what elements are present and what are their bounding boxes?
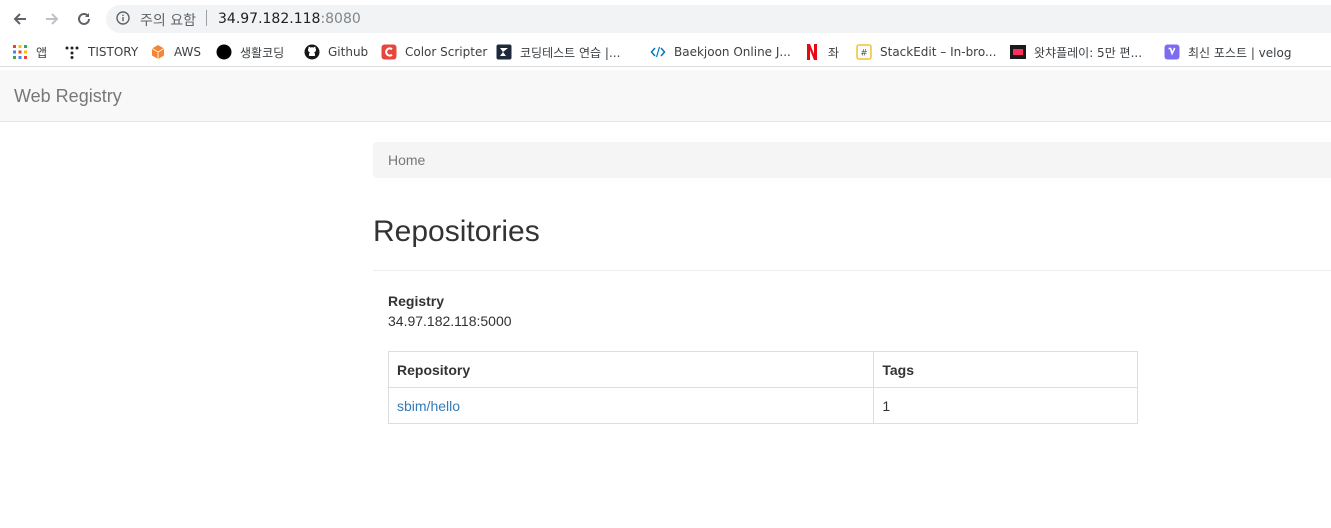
bookmark-baekjoon[interactable]: Baekjoon Online J...: [650, 42, 791, 62]
bookmark-label: 생활코딩: [240, 45, 285, 60]
bookmark-label: 코딩테스트 연습 |...: [520, 45, 621, 60]
bookmark-label: Baekjoon Online J...: [674, 45, 791, 59]
github-icon: [304, 44, 320, 60]
tistory-icon: [64, 44, 80, 60]
registry-value: 34.97.182.118:5000: [388, 313, 512, 329]
bookmark-watcha[interactable]: 왓챠플레이: 5만 편...: [1010, 42, 1142, 62]
bookmark-apps[interactable]: 앱: [12, 42, 47, 62]
bookmark-color-scripter[interactable]: Color Scripter: [381, 42, 487, 62]
table-row: sbim/hello 1: [387, 387, 1138, 424]
velog-icon: [1164, 44, 1180, 60]
programmers-icon: [496, 44, 512, 60]
repositories-table: Repository Tags sbim/hello 1: [387, 351, 1138, 424]
watcha-icon: [1010, 44, 1026, 60]
bookmark-label: 좌: [828, 45, 840, 60]
bookmark-label: StackEdit – In-bro...: [880, 45, 997, 59]
tags-cell: 1: [873, 387, 1138, 424]
registry-label: Registry: [388, 293, 445, 309]
bookmark-github[interactable]: Github: [304, 42, 368, 62]
title-divider: [373, 270, 1331, 271]
security-warning: 주의 요함: [140, 13, 196, 29]
repository-link[interactable]: sbim/hello: [397, 398, 460, 414]
omnibox-divider: [206, 10, 207, 26]
svg-text:#: #: [860, 49, 868, 59]
bookmark-tistory[interactable]: TISTORY: [64, 42, 138, 62]
bookmark-label: Github: [328, 45, 369, 59]
bookmark-label: TISTORY: [88, 45, 139, 59]
bookmark-label: 왓챠플레이: 5만 편...: [1034, 45, 1143, 60]
bookmark-label: 최신 포스트 | velog: [1188, 45, 1292, 60]
info-icon[interactable]: [116, 11, 130, 25]
page-title: Repositories: [373, 215, 540, 248]
column-header-repository: Repository: [387, 351, 875, 388]
bookmark-velog[interactable]: 최신 포스트 | velog: [1164, 42, 1291, 62]
bookmarks-bar: 앱 TISTORY AWS 생활코딩 Github Color Scripter…: [0, 37, 1331, 67]
reload-icon[interactable]: [72, 7, 96, 31]
address-bar[interactable]: 주의 요함 34.97.182.118:8080: [106, 5, 1331, 33]
back-arrow-icon[interactable]: [8, 7, 32, 31]
breadcrumb: Home: [373, 142, 1331, 178]
bookmark-coding-test[interactable]: 코딩테스트 연습 |...: [496, 42, 620, 62]
top-navbar: Web Registry: [0, 70, 1331, 122]
code-brackets-icon: [650, 44, 666, 60]
black-circle-icon: [216, 44, 232, 60]
table-header-row: Repository Tags: [387, 351, 1138, 388]
netflix-icon: [804, 44, 820, 60]
bookmark-netflix[interactable]: 좌: [804, 42, 839, 62]
bookmark-label: AWS: [174, 45, 202, 59]
bookmark-stackedit[interactable]: # StackEdit – In-bro...: [856, 42, 996, 62]
browser-toolbar: 주의 요함 34.97.182.118:8080: [0, 0, 1331, 37]
bookmark-saenghwal-coding[interactable]: 생활코딩: [216, 42, 284, 62]
repository-cell: sbim/hello: [387, 387, 875, 424]
bookmark-aws[interactable]: AWS: [150, 42, 201, 62]
column-header-tags: Tags: [873, 351, 1138, 388]
color-scripter-icon: [381, 44, 397, 60]
bookmark-label: 앱: [36, 45, 48, 60]
url-text[interactable]: 34.97.182.118:8080: [218, 11, 361, 27]
forward-arrow-icon[interactable]: [40, 7, 64, 31]
bookmark-label: Color Scripter: [405, 45, 488, 59]
apps-grid-icon: [12, 44, 28, 60]
stackedit-icon: #: [856, 44, 872, 60]
breadcrumb-home[interactable]: Home: [388, 152, 425, 168]
navbar-brand[interactable]: Web Registry: [14, 86, 122, 107]
aws-cube-icon: [150, 44, 166, 60]
